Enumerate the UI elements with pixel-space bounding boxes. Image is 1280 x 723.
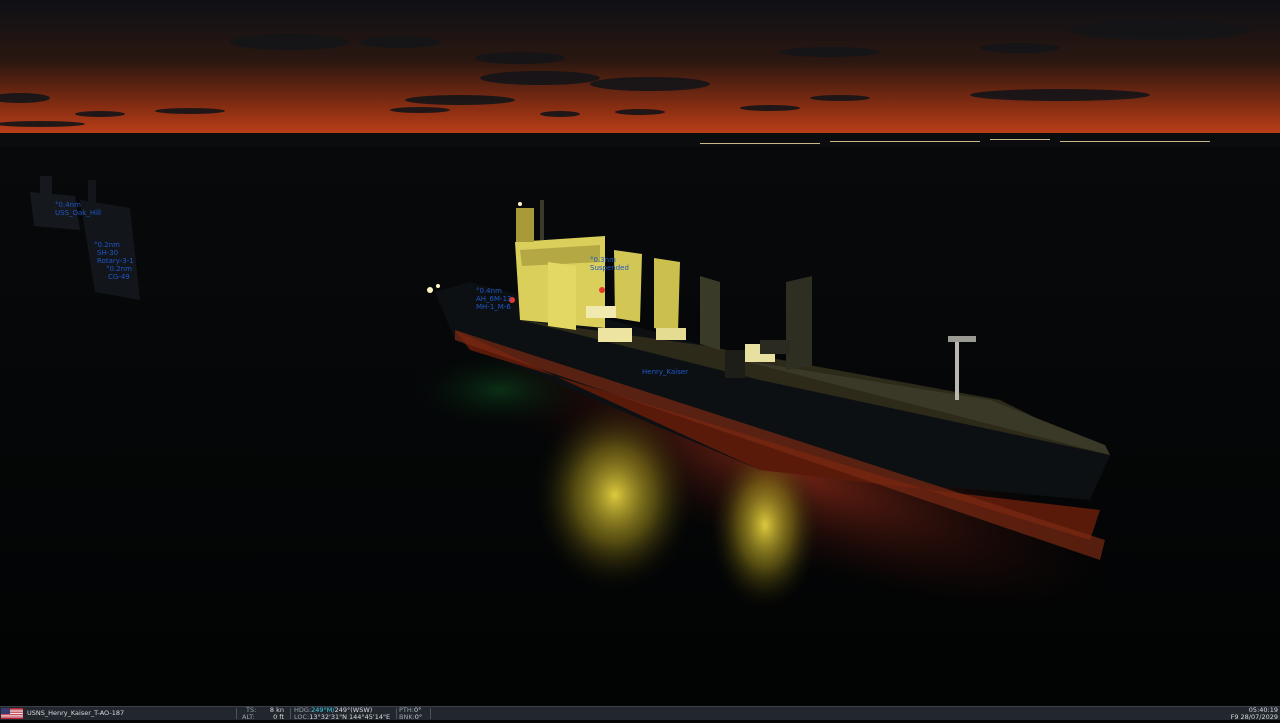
bnk-value: 0° [414, 712, 423, 721]
game-viewport[interactable] [0, 0, 1280, 706]
contact-name: CG-49 [108, 273, 130, 281]
loc-value: 13°32'31"N 144°45'14"E [309, 712, 391, 721]
sky [0, 0, 1280, 136]
contact-label-henry-kaiser[interactable]: Henry_Kaiser [642, 368, 688, 376]
contact-name: Henry_Kaiser [642, 368, 689, 376]
contact-range: °0.3nm [590, 256, 616, 264]
contact-label-oak-hill[interactable]: °0.4nm USS_Oak_Hill [55, 201, 101, 217]
alt-label: ALT: [242, 712, 255, 721]
bnk-label: BNK: [399, 712, 415, 721]
alt-value: 0 ft [273, 712, 284, 721]
contact-label-sh30[interactable]: °0.2nm SH-30 Rotary-3-1 [94, 241, 134, 265]
contact-range: °0.4nm [55, 201, 81, 209]
loc-label: LOC: [294, 712, 310, 721]
divider [290, 708, 291, 719]
us-flag-icon [1, 708, 23, 719]
contact-name: MH-1_M-6 [476, 303, 511, 311]
contact-range: °0.2nm [94, 241, 120, 249]
contact-name: USS_Oak_Hill [55, 209, 101, 217]
contact-label-suspended[interactable]: °0.3nm Suspended [590, 256, 629, 272]
speed-altitude: TS: 8 kn ALT: 0 ft [240, 707, 288, 720]
divider [236, 708, 237, 719]
vessel-name: USNS_Henry_Kaiser_T-AO-187 [27, 709, 125, 717]
contact-name: AH_6M-13 [476, 295, 512, 303]
contact-name: SH-30 [97, 249, 119, 257]
contact-range: °0.4nm [476, 287, 502, 295]
contact-label-cg49[interactable]: °0.2nm CG-49 [106, 265, 132, 281]
pitch-bank: PTH:0° BNK:0° [399, 707, 429, 720]
divider [396, 708, 397, 719]
contact-name: Suspended [590, 264, 629, 272]
date-value: F9 28/07/2029 [1230, 712, 1278, 721]
contact-range: °0.2nm [106, 265, 132, 273]
hud-status-bar: USNS_Henry_Kaiser_T-AO-187 TS: 8 kn ALT: 0… [0, 706, 1280, 720]
contact-name: Rotary-3-1 [97, 257, 134, 265]
contact-label-ah6m[interactable]: °0.4nm AH_6M-13 MH-1_M-6 [476, 287, 511, 311]
clock: 05:40:19 F9 28/07/2029 [1231, 707, 1278, 720]
coastline [0, 133, 1280, 147]
divider [430, 708, 431, 719]
heading-location: HDG:249°M/249°(WSW) LOC:13°32'31"N 144°4… [294, 707, 394, 720]
